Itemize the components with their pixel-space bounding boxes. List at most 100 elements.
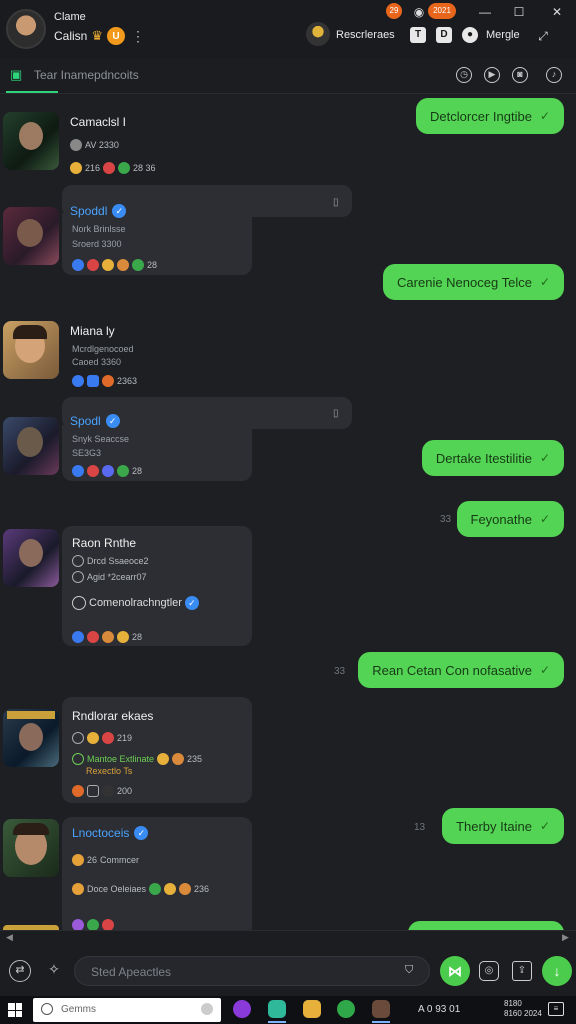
avatar[interactable] [3,709,59,767]
share-icon[interactable]: ⇪ [512,961,532,981]
maximize-icon[interactable]: ☐ [508,2,530,22]
sent-message[interactable]: Detclorcer Ingtibe ✓ [416,98,564,134]
avatar[interactable] [3,207,59,265]
sent-message[interactable]: Dertake Itestilitie ✓ [421,440,564,476]
message-list[interactable]: Detclorcer Ingtibe ✓ Camaclsl I AV 2330 … [0,95,576,930]
avatar[interactable] [3,819,59,877]
rank-icon [72,732,84,744]
gif-button[interactable]: ⋈ [440,956,470,986]
message-time: 33 [440,514,452,525]
mic-icon[interactable]: ♪ [546,67,562,83]
app-icon-teal[interactable] [268,1000,286,1018]
sender-name[interactable]: Miana ly [70,324,115,338]
sent-message[interactable]: Carenie Nenoceg Telce ✓ [383,264,564,300]
sender-name[interactable]: Spoddl ✓ [70,204,127,218]
status-line: Drcd Ssaeoce2 [87,556,149,566]
user-avatar[interactable] [6,9,46,49]
heart-icon [103,162,116,174]
heart-icon [87,465,99,477]
taskbar-search[interactable]: Gemms [33,998,221,1022]
linked-account: Comenolrachngtler [89,597,182,609]
chat-icon: ▣ [10,67,23,82]
switch-icon[interactable]: ⇄ [9,960,31,982]
search-icon [41,1003,53,1015]
status-badge[interactable]: 2021 [428,3,456,19]
send-button[interactable]: ↓ [542,956,572,986]
linked-account-row[interactable]: Comenolrachngtler ✓ [72,596,199,610]
more-icon[interactable]: ▯ [333,408,339,419]
sender-name[interactable]: Spodl ✓ [70,414,120,428]
fire-icon [102,631,114,643]
minimize-icon[interactable]: — [474,2,496,22]
notification-badge[interactable]: 29 [386,3,402,19]
coin-icon[interactable]: U [107,27,126,45]
reaction-row: 28 [72,631,142,643]
clock[interactable]: 8180 8160 2024 [504,999,542,1019]
os-taskbar: Gemms A 0 93 01 8180 8160 2024 ≡ [0,996,576,1024]
app-icon-green[interactable] [337,1000,355,1018]
leaf-icon [132,259,144,271]
d-icon[interactable]: D [436,27,452,43]
mic-icon[interactable] [201,1003,213,1015]
contact-avatar[interactable] [306,22,330,46]
user-status: Calisn ♛ U ⋮ [54,27,145,45]
sender-name[interactable]: Raon Rnthe [72,536,136,550]
camera-icon[interactable]: ◎ [479,961,499,981]
active-tab-indicator [6,91,58,93]
notification-icon[interactable]: ≡ [548,1002,564,1016]
avatar[interactable] [3,321,59,379]
t-icon[interactable]: T [410,27,426,43]
windows-start-icon[interactable] [8,1003,22,1017]
eye-icon[interactable]: ◉ [408,2,430,22]
sent-message[interactable]: Rean Cetan Con nofasative ✓ [358,652,564,688]
fire-icon [117,259,129,271]
close-icon[interactable]: ✕ [546,2,568,22]
avatar[interactable] [3,529,59,587]
message-time: 33 [334,666,346,677]
shield-icon[interactable]: ⛉ [405,964,419,978]
tag-icon [102,785,114,797]
sent-message[interactable]: Therby Itaine ✓ [442,808,564,844]
more-icon[interactable]: ⋮ [131,28,145,45]
more-icon[interactable]: ▯ [333,197,339,208]
verified-icon: ✓ [105,414,120,428]
sender-name-text: Miana ly [70,324,115,338]
contact-name[interactable]: Rescrleraes [336,29,395,41]
app-icon-yellow[interactable] [303,1000,321,1018]
status-line: Agid *2cearr07 [87,572,147,582]
conversation-title[interactable]: Tear Inamepdncoits [34,68,139,82]
sent-message[interactable] [408,921,564,930]
mode-label[interactable]: Mergle [486,29,520,41]
message-input-field[interactable]: ⛉ [74,956,430,986]
avatar[interactable] [3,112,59,170]
tray-status[interactable]: A 0 93 01 [418,1004,460,1015]
fire-icon [179,883,192,895]
sender-name-text: Rndlorar ekaes [72,709,154,723]
stat-text: 28 [132,632,143,642]
status-line: Commcer [100,855,140,865]
sender-name[interactable]: Camaclsl I [70,115,126,129]
avatar[interactable] [3,417,59,475]
sent-message[interactable]: Feyonathe ✓ [456,501,564,537]
expand-icon[interactable]: ⤢ [532,26,554,46]
app-icon-avatar[interactable] [372,1000,390,1018]
message-input[interactable] [91,963,391,981]
heart-icon [87,631,99,643]
play-icon[interactable]: ▶ [484,67,500,83]
sender-name[interactable]: Lnoctoceis ✓ [72,826,149,840]
sticker-icon[interactable]: ✧ [43,960,65,982]
scroll-right-icon[interactable]: ▶ [562,932,569,943]
clock-icon[interactable]: ◷ [456,67,472,83]
verified-icon: ✓ [134,826,149,840]
camera-icon[interactable]: ◙ [512,67,528,83]
sender-name[interactable]: Rndlorar ekaes [72,709,153,723]
sender-name-text: Raon Rnthe [72,536,137,550]
sender-name-text: Lnoctoceis [72,826,130,840]
stat-text: 2363 [117,376,138,386]
scroll-left-icon[interactable]: ◀ [6,932,13,943]
horizontal-scrollbar[interactable]: ◀ ▶ [0,930,576,944]
record-icon[interactable]: ● [462,27,478,43]
app-icon-purple[interactable] [233,1000,251,1018]
sender-name-text: Spodl [70,414,101,428]
conversation-header: ▣ Tear Inamepdncoits ◷ ▶ ◙ ♪ [0,58,576,94]
